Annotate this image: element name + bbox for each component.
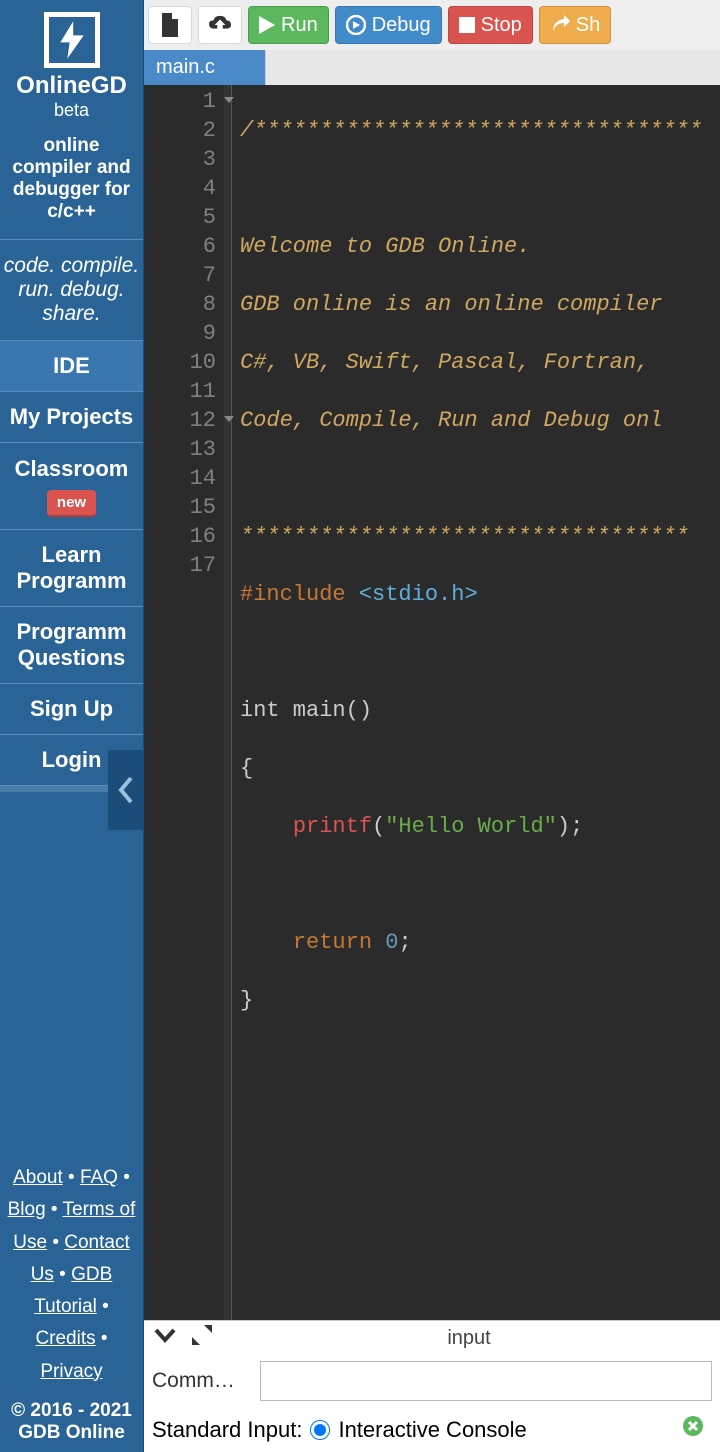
brand-title: OnlineGD xyxy=(0,72,143,100)
copyright: © 2016 - 2021 GDB Online xyxy=(0,1400,143,1452)
command-row: Comm… xyxy=(144,1355,720,1407)
sidebar-nav: IDE My Projects Classroom new Learn Prog… xyxy=(0,341,143,786)
tab-main-c[interactable]: main.c xyxy=(144,50,266,85)
debug-label: Debug xyxy=(372,14,431,37)
collapse-panel-button[interactable] xyxy=(154,1327,176,1350)
stdin-option-label: Interactive Console xyxy=(338,1417,526,1443)
link-about[interactable]: About xyxy=(13,1167,63,1188)
logo xyxy=(44,12,100,68)
share-icon xyxy=(550,15,570,35)
file-icon xyxy=(160,13,180,37)
toolbar: Run Debug Stop Sh xyxy=(144,0,720,50)
nav-classroom[interactable]: Classroom new xyxy=(0,443,143,530)
sidebar-collapse-handle[interactable] xyxy=(108,750,144,830)
expand-icon xyxy=(192,1325,212,1345)
bolt-icon xyxy=(58,21,86,59)
stdin-label: Standard Input: xyxy=(152,1417,302,1443)
nav-sign-up[interactable]: Sign Up xyxy=(0,684,143,735)
code-line-11: int main() xyxy=(240,696,702,725)
code-line-1: /********************************** xyxy=(240,118,702,143)
line-gutter: 1 2 3 4 5 6 7 8 9 10 11 12 13 14 15 16 1… xyxy=(144,85,224,1320)
code-line-10 xyxy=(240,638,702,667)
sidebar-spacer xyxy=(0,792,143,1150)
chevron-down-icon xyxy=(154,1328,176,1344)
code-line-13: printf("Hello World"); xyxy=(240,812,702,841)
logo-wrap: OnlineGD beta xyxy=(0,0,143,135)
debug-icon xyxy=(346,15,366,35)
nav-my-projects[interactable]: My Projects xyxy=(0,392,143,443)
code-line-16: } xyxy=(240,986,702,1015)
bottom-panel: input Comm… Standard Input: Interactive … xyxy=(144,1320,720,1452)
code-line-8: ********************************** xyxy=(240,524,689,549)
fold-icon[interactable] xyxy=(224,416,234,422)
stop-button[interactable]: Stop xyxy=(448,6,533,44)
brand-subtitle: beta xyxy=(0,100,143,121)
run-button[interactable]: Run xyxy=(248,6,329,44)
sidebar: OnlineGD beta online compiler and debugg… xyxy=(0,0,144,1452)
code-line-4: GDB online is an online compiler xyxy=(240,292,662,317)
editor-margin xyxy=(224,85,232,1320)
stop-icon xyxy=(459,17,475,33)
tagline: online compiler and debugger for c/c++ xyxy=(0,135,143,240)
link-privacy[interactable]: Privacy xyxy=(40,1361,102,1382)
code-line-5: C#, VB, Swift, Pascal, Fortran, xyxy=(240,350,662,375)
code-line-9: #include <stdio.h> xyxy=(240,580,702,609)
run-label: Run xyxy=(281,14,318,37)
fold-icon[interactable] xyxy=(224,97,234,103)
stop-label: Stop xyxy=(481,14,522,37)
new-file-button[interactable] xyxy=(148,6,192,44)
nav-programming-questions[interactable]: Programm Questions xyxy=(0,607,143,684)
code-line-12: { xyxy=(240,754,702,783)
nav-classroom-label: Classroom xyxy=(15,456,129,481)
command-label: Comm… xyxy=(152,1369,252,1393)
code-editor[interactable]: 1 2 3 4 5 6 7 8 9 10 11 12 13 14 15 16 1… xyxy=(144,85,720,1320)
code-line-15: return 0; xyxy=(240,928,702,957)
debug-button[interactable]: Debug xyxy=(335,6,442,44)
code-line-14 xyxy=(240,870,702,899)
code-line-3: Welcome to GDB Online. xyxy=(240,234,530,259)
stdin-row: Standard Input: Interactive Console xyxy=(144,1407,720,1452)
badge-new: new xyxy=(47,490,96,518)
chevron-left-icon xyxy=(117,776,135,804)
footer-links: About • FAQ • Blog • Terms of Use • Cont… xyxy=(0,1150,143,1400)
close-panel-button[interactable] xyxy=(682,1415,704,1444)
bottom-panel-header: input xyxy=(144,1321,720,1355)
nav-ide[interactable]: IDE xyxy=(0,341,143,392)
cloud-upload-icon xyxy=(209,15,231,35)
main-area: Run Debug Stop Sh main.c 1 2 3 4 5 6 7 8… xyxy=(144,0,720,1452)
link-credits[interactable]: Credits xyxy=(35,1328,95,1349)
editor-tabs: main.c xyxy=(144,50,720,85)
panel-title: input xyxy=(228,1327,710,1350)
command-input[interactable] xyxy=(260,1361,712,1401)
play-icon xyxy=(259,16,275,34)
upload-button[interactable] xyxy=(198,6,242,44)
slogan: code. compile. run. debug. share. xyxy=(0,240,143,341)
link-blog[interactable]: Blog xyxy=(8,1199,46,1220)
code-line-17 xyxy=(240,1044,702,1073)
link-faq[interactable]: FAQ xyxy=(80,1167,118,1188)
expand-panel-button[interactable] xyxy=(192,1325,212,1351)
code-content[interactable]: /********************************** Welc… xyxy=(232,85,702,1320)
share-button[interactable]: Sh xyxy=(539,6,611,44)
code-line-6: Code, Compile, Run and Debug onl xyxy=(240,408,662,433)
nav-learn-programming[interactable]: Learn Programm xyxy=(0,530,143,607)
stdin-radio-interactive[interactable] xyxy=(310,1420,330,1440)
share-label: Sh xyxy=(576,14,600,37)
close-circle-icon xyxy=(682,1415,704,1437)
